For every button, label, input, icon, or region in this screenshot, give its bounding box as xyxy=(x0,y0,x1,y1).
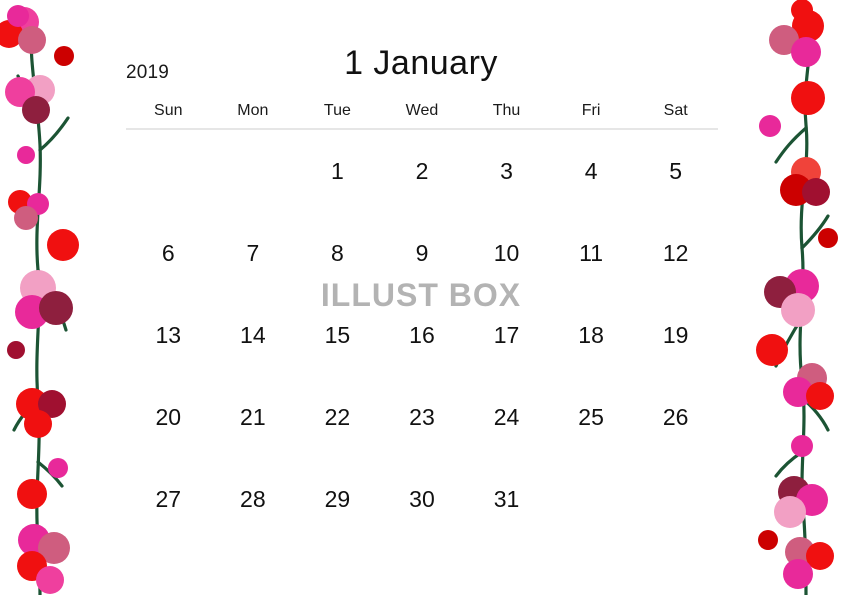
day-cell[interactable]: 21 xyxy=(211,376,296,458)
day-cell[interactable]: 4 xyxy=(549,129,634,212)
day-cell[interactable]: 24 xyxy=(464,376,549,458)
berry-cluster-bottom xyxy=(17,524,70,594)
berry-cluster-lower xyxy=(16,388,66,438)
calendar-week-row: 20 21 22 23 24 25 26 xyxy=(126,376,718,458)
berry-cluster-mid-upper xyxy=(8,190,49,230)
day-cell[interactable]: 11 xyxy=(549,212,634,294)
day-cell[interactable]: 31 xyxy=(464,458,549,540)
berry-vine-right-decoration xyxy=(756,0,838,595)
berry xyxy=(818,228,838,248)
berry-vine-left-decoration xyxy=(0,5,79,595)
day-cell[interactable]: 19 xyxy=(633,294,718,376)
day-cell[interactable] xyxy=(211,129,296,212)
berry-cluster-bottom xyxy=(783,537,834,589)
day-cell[interactable]: 16 xyxy=(380,294,465,376)
berry xyxy=(54,46,74,66)
berry xyxy=(791,81,825,115)
day-cell[interactable]: 14 xyxy=(211,294,296,376)
day-cell[interactable]: 26 xyxy=(633,376,718,458)
day-cell[interactable]: 28 xyxy=(211,458,296,540)
calendar-page: 2019 1 January Sun Mon Tue Wed Thu Fri S… xyxy=(0,0,842,595)
day-cell[interactable] xyxy=(549,458,634,540)
day-cell[interactable]: 9 xyxy=(380,212,465,294)
day-cell[interactable]: 29 xyxy=(295,458,380,540)
berry-cluster-lower xyxy=(774,476,828,528)
day-cell[interactable] xyxy=(126,129,211,212)
weekday-header-mon: Mon xyxy=(237,102,269,119)
weekday-header-tue: Tue xyxy=(323,102,351,119)
day-cell[interactable]: 17 xyxy=(464,294,549,376)
day-cell[interactable]: 7 xyxy=(211,212,296,294)
day-cell[interactable]: 6 xyxy=(126,212,211,294)
berry-cluster-upper xyxy=(780,157,830,206)
calendar-week-row: 27 28 29 30 31 xyxy=(126,458,718,540)
day-cell[interactable]: 22 xyxy=(295,376,380,458)
berry xyxy=(47,229,79,261)
berry-cluster-top xyxy=(0,5,46,54)
berry xyxy=(7,341,25,359)
berry-cluster-upper xyxy=(5,75,55,124)
day-cell[interactable]: 3 xyxy=(464,129,549,212)
berry xyxy=(17,146,35,164)
month-title: 1 January xyxy=(344,44,498,82)
calendar-grid: Sun Mon Tue Wed Thu Fri Sat 1 2 3 4 5 6 … xyxy=(126,100,718,540)
berry xyxy=(791,435,813,457)
day-cell[interactable]: 25 xyxy=(549,376,634,458)
day-cell[interactable]: 20 xyxy=(126,376,211,458)
weekday-header-row: Sun Mon Tue Wed Thu Fri Sat xyxy=(126,100,718,129)
day-cell[interactable]: 23 xyxy=(380,376,465,458)
day-cell[interactable]: 27 xyxy=(126,458,211,540)
calendar-block: 2019 1 January Sun Mon Tue Wed Thu Fri S… xyxy=(112,0,730,595)
calendar-week-row: 1 2 3 4 5 xyxy=(126,129,718,212)
day-cell[interactable]: 8 xyxy=(295,212,380,294)
berry-cluster-mid-lower xyxy=(783,363,834,410)
berry xyxy=(758,530,778,550)
berry xyxy=(48,458,68,478)
day-cell[interactable]: 15 xyxy=(295,294,380,376)
day-cell[interactable]: 2 xyxy=(380,129,465,212)
berry xyxy=(17,479,47,509)
day-cell[interactable]: 1 xyxy=(295,129,380,212)
berry-cluster-center xyxy=(15,270,73,329)
weekday-header-wed: Wed xyxy=(405,102,439,119)
calendar-week-row: 13 14 15 16 17 18 19 xyxy=(126,294,718,376)
weekday-header-thu: Thu xyxy=(492,102,521,119)
weekday-header-sat: Sat xyxy=(663,102,688,119)
weekday-header-sun: Sun xyxy=(154,102,183,119)
day-cell[interactable]: 30 xyxy=(380,458,465,540)
day-cell[interactable]: 18 xyxy=(549,294,634,376)
day-cell[interactable]: 12 xyxy=(633,212,718,294)
day-cell[interactable] xyxy=(633,458,718,540)
calendar-header: 2019 1 January xyxy=(112,0,730,100)
berry-cluster-center xyxy=(764,269,819,327)
day-cell[interactable]: 5 xyxy=(633,129,718,212)
calendar-weeks: 1 2 3 4 5 6 7 8 9 10 11 12 13 14 15 16 1… xyxy=(126,129,718,540)
weekday-header-fri: Fri xyxy=(581,102,601,119)
berry xyxy=(759,115,781,137)
berry xyxy=(756,334,788,366)
day-cell[interactable]: 10 xyxy=(464,212,549,294)
berry-cluster-top xyxy=(769,0,824,67)
day-cell[interactable]: 13 xyxy=(126,294,211,376)
calendar-week-row: 6 7 8 9 10 11 12 xyxy=(126,212,718,294)
